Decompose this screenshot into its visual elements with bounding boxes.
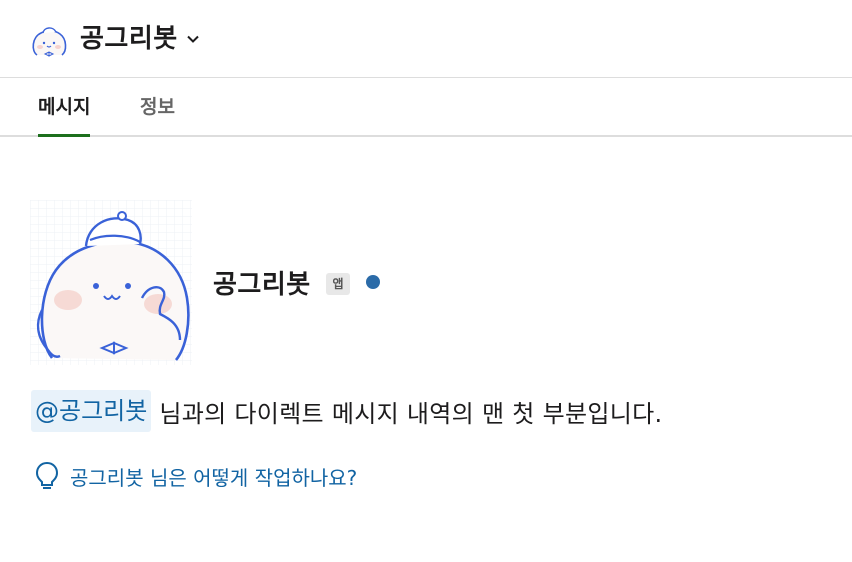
tab-bar: 메시지 정보 <box>0 79 852 137</box>
how-it-works-link[interactable]: 공그리봇 님은 어떻게 작업하나요? <box>34 458 357 494</box>
bot-avatar-icon[interactable] <box>29 21 69 59</box>
tab-info[interactable]: 정보 <box>140 79 175 135</box>
channel-title: 공그리봇 <box>80 24 178 54</box>
presence-status-dot <box>366 275 380 289</box>
channel-header: 공그리봇 <box>0 0 852 78</box>
bot-profile-image[interactable] <box>30 200 192 365</box>
dm-intro-text: 님과의 다이렉트 메시지 내역의 맨 첫 부분입니다. <box>159 399 663 428</box>
chevron-down-icon <box>186 35 199 43</box>
bot-name[interactable]: 공그리봇 <box>213 266 311 304</box>
app-badge: 앱 <box>326 273 350 295</box>
tab-messages[interactable]: 메시지 <box>38 79 91 137</box>
dm-intro: @공그리봇 님과의 다이렉트 메시지 내역의 맨 첫 부분입니다. <box>31 389 662 433</box>
bot-mention-link[interactable]: @공그리봇 <box>31 390 152 432</box>
how-it-works-label: 공그리봇 님은 어떻게 작업하나요? <box>70 465 358 490</box>
lightbulb-icon <box>35 461 59 489</box>
channel-title-button[interactable]: 공그리봇 <box>80 20 200 58</box>
